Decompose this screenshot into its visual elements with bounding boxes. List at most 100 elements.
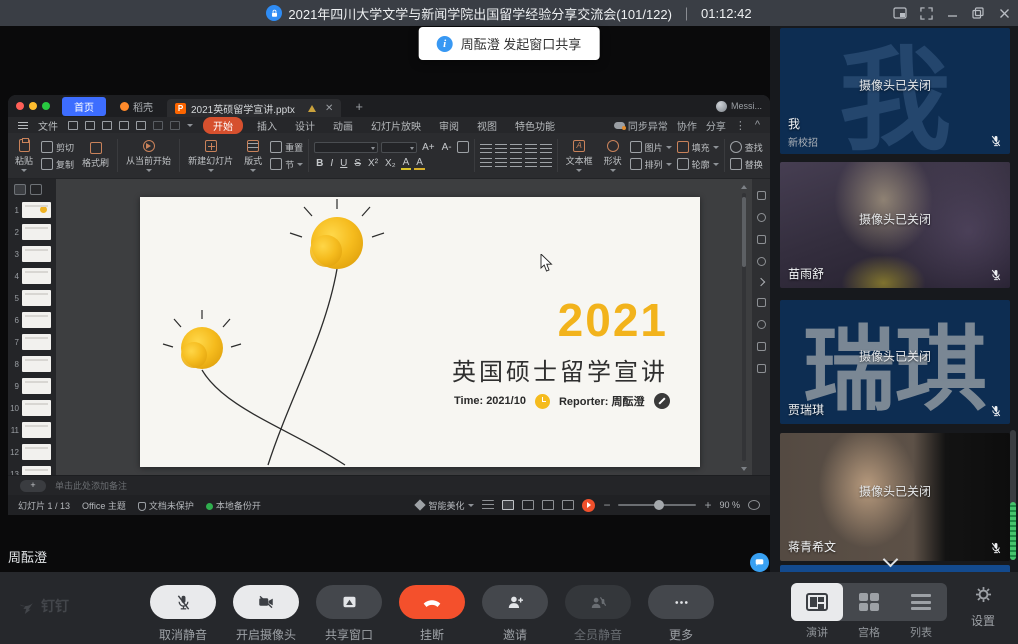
backup-status[interactable]: 本地备份开 <box>206 499 261 512</box>
ribbon-tab-special[interactable]: 特色功能 <box>511 117 559 134</box>
minimize-button[interactable] <box>944 5 960 21</box>
slide-thumbnail[interactable]: 12 <box>8 441 56 463</box>
slideshow-button[interactable] <box>582 499 595 512</box>
slide-thumbnail[interactable]: 1 <box>8 199 56 221</box>
canvas-scrollbar[interactable] <box>740 183 748 471</box>
beautify-button[interactable]: 智能美化 <box>416 499 474 512</box>
find-button[interactable]: 查找 <box>730 141 763 154</box>
bullet-list-icon[interactable] <box>480 144 492 154</box>
replace-button[interactable]: 替换 <box>730 158 763 171</box>
fullscreen-button[interactable] <box>918 5 934 21</box>
picture-in-picture-button[interactable] <box>892 5 908 21</box>
wps-docer-tab[interactable]: 稻壳 <box>112 97 161 116</box>
zoom-in-button[interactable]: + <box>704 499 711 511</box>
ribbon-tab-animation[interactable]: 动画 <box>329 117 357 134</box>
mute-all-button[interactable]: 全员静音 <box>565 585 631 643</box>
textbox-button[interactable]: A文本框 <box>563 135 596 176</box>
slide-thumbnail[interactable]: 13 <box>8 463 56 475</box>
strikethrough-button[interactable]: S <box>352 158 363 169</box>
scrollbar-thumb[interactable] <box>742 197 746 267</box>
share-window-button[interactable]: 共享窗口 <box>316 585 382 643</box>
fill-button[interactable]: 填充 <box>677 141 719 154</box>
wps-document-tab[interactable]: P 2021英硕留学宣讲.pptx ✕ <box>167 99 341 117</box>
redo-icon[interactable] <box>170 121 180 130</box>
slide-thumbnail[interactable]: 10 <box>8 397 56 419</box>
slide-thumbnail[interactable]: 7 <box>8 331 56 353</box>
ribbon-tab-slideshow[interactable]: 幻灯片放映 <box>367 117 425 134</box>
help-pane-icon[interactable] <box>757 320 766 329</box>
shapes-button[interactable]: 形状 <box>601 135 625 176</box>
preview-icon[interactable] <box>136 121 146 130</box>
invite-button[interactable]: 邀请 <box>482 585 548 643</box>
participants-scrollbar[interactable] <box>1010 430 1016 560</box>
slide-thumbnail[interactable]: 8 <box>8 353 56 375</box>
protection-status[interactable]: 文档未保护 <box>138 499 194 512</box>
slide-thumbnail[interactable]: 5 <box>8 287 56 309</box>
highlight-color-button[interactable]: A <box>401 157 412 170</box>
close-doc-icon[interactable]: ✕ <box>325 103 333 114</box>
arrange-button[interactable]: 排列 <box>630 158 672 171</box>
selection-pane-icon[interactable] <box>757 257 766 266</box>
wps-home-tab[interactable]: 首页 <box>62 97 106 116</box>
grow-font-button[interactable]: A+ <box>420 142 437 153</box>
more-button[interactable]: 更多 <box>648 585 714 643</box>
italic-button[interactable]: I <box>328 158 335 169</box>
clear-format-icon[interactable] <box>457 141 469 153</box>
format-painter-button[interactable]: 格式刷 <box>79 135 112 176</box>
file-menu[interactable]: 文件 <box>38 118 58 133</box>
ribbon-tab-review[interactable]: 审阅 <box>435 117 463 134</box>
object-properties-icon[interactable] <box>757 191 766 200</box>
slide-thumbnail[interactable]: 3 <box>8 243 56 265</box>
more-pane-icon[interactable] <box>757 364 766 373</box>
macos-traffic-lights[interactable] <box>16 102 50 110</box>
layout-presenter-button[interactable] <box>791 583 843 621</box>
participant-tile[interactable]: 摄像头已关闭 苗雨舒 <box>780 162 1010 288</box>
theme-name[interactable]: Office 主题 <box>82 499 126 512</box>
fit-slide-icon[interactable] <box>748 500 760 510</box>
columns-icon[interactable] <box>540 158 552 168</box>
add-slide-button[interactable]: + <box>20 480 46 492</box>
zoom-slider[interactable] <box>618 504 696 506</box>
slide-thumbnail[interactable]: 9 <box>8 375 56 397</box>
superscript-button[interactable]: X² <box>366 158 380 169</box>
expand-pane-chevron-icon[interactable] <box>757 278 765 286</box>
zoom-out-button[interactable]: − <box>603 499 610 511</box>
quick-access-toolbar[interactable] <box>68 121 193 130</box>
copy-button[interactable]: 复制 <box>41 158 74 171</box>
slide-sorter-view-icon[interactable] <box>522 500 534 510</box>
wps-account[interactable]: Messi... <box>716 101 762 112</box>
reading-view-icon[interactable] <box>542 500 554 510</box>
slide-thumbnail[interactable]: 6 <box>8 309 56 331</box>
participant-tile-self[interactable]: 我 摄像头已关闭 我 新校招 <box>780 28 1010 154</box>
scroll-down-icon[interactable] <box>741 467 747 471</box>
subscript-button[interactable]: X₂ <box>383 158 398 169</box>
layout-button[interactable]: 版式 <box>241 135 265 176</box>
font-size-select[interactable] <box>381 142 417 153</box>
ribbon-tab-insert[interactable]: 插入 <box>253 117 281 134</box>
settings-button[interactable]: 设置 <box>968 585 998 629</box>
print-icon[interactable] <box>119 121 129 130</box>
align-right-icon[interactable] <box>510 158 522 168</box>
handout-view-icon[interactable] <box>562 500 574 510</box>
camera-on-button[interactable]: 开启摄像头 <box>233 585 299 643</box>
caret-down-icon[interactable] <box>187 124 193 127</box>
undo-icon[interactable] <box>153 121 163 130</box>
normal-view-icon[interactable] <box>502 500 514 510</box>
participants-scrollbar-thumb[interactable] <box>1010 502 1016 560</box>
participant-tile[interactable]: 摄像头已关闭 蒋青希文 <box>780 433 1010 561</box>
new-slide-button[interactable]: 新建幻灯片 <box>185 135 236 176</box>
font-color-button[interactable]: A <box>414 157 425 170</box>
bold-button[interactable]: B <box>314 158 325 169</box>
align-left-icon[interactable] <box>480 158 492 168</box>
resource-pane-icon[interactable] <box>757 342 766 351</box>
menu-icon[interactable] <box>18 122 28 129</box>
scroll-up-icon[interactable] <box>741 185 747 189</box>
restore-button[interactable] <box>970 5 986 21</box>
layout-grid-button[interactable] <box>843 583 895 621</box>
section-button[interactable]: 节 <box>270 158 303 171</box>
save-icon[interactable] <box>85 121 95 130</box>
scroll-more-chevron-icon[interactable] <box>874 554 906 570</box>
mac-zoom-icon[interactable] <box>42 102 50 110</box>
open-icon[interactable] <box>68 121 78 130</box>
sync-status[interactable]: 同步异常 <box>614 118 668 133</box>
